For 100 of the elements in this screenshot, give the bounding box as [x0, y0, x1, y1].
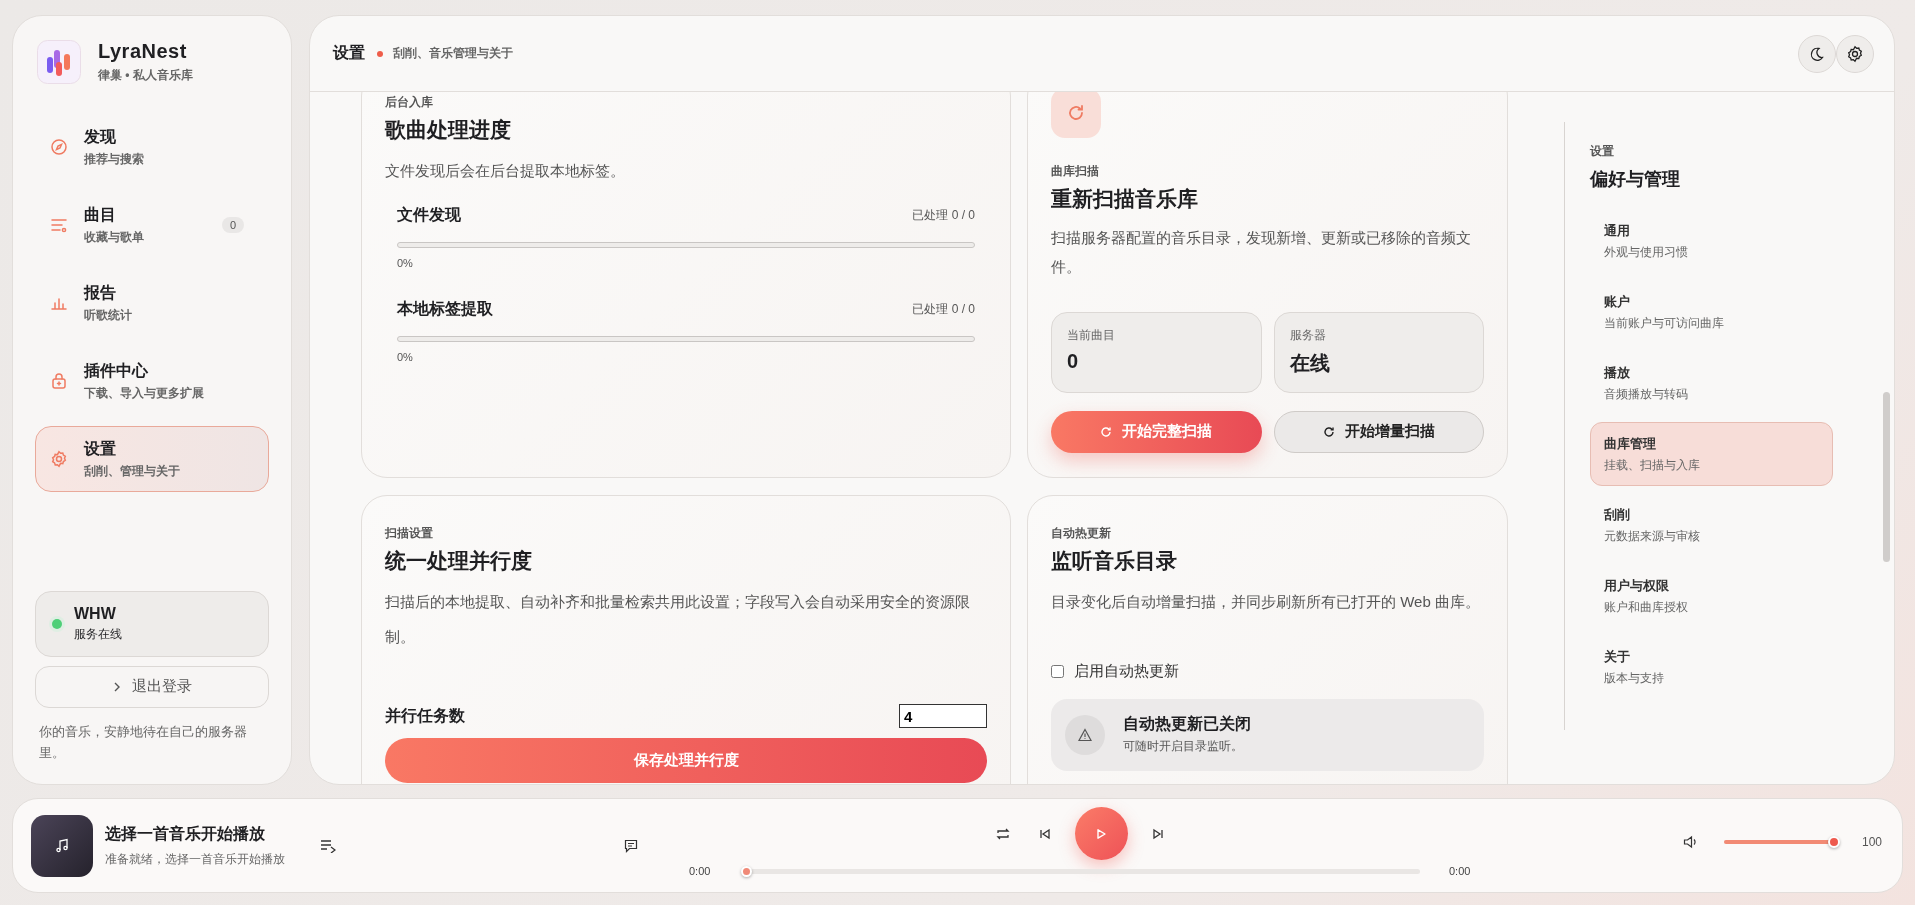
- settings-nav-item[interactable]: 通用 外观与使用习惯: [1590, 209, 1833, 273]
- stat-label: 当前曲目: [1067, 326, 1116, 344]
- footer-note: 你的音乐，安静地待在自己的服务器里。: [39, 723, 248, 762]
- page-title: 设置: [333, 43, 365, 63]
- card-title: 统一处理并行度: [385, 548, 533, 574]
- repeat-icon: [994, 826, 1011, 841]
- input-field[interactable]: 4: [899, 704, 987, 728]
- nav-subtitle: 账户和曲库授权: [1604, 600, 1689, 615]
- notice-title: 自动热更新已关闭: [1123, 714, 1251, 734]
- nav-title: 报告: [84, 282, 117, 303]
- nav-subtitle: 收藏与歌单: [84, 228, 145, 246]
- theme-button[interactable]: [1798, 34, 1836, 73]
- task-count: 已处理 0 / 0: [912, 207, 975, 224]
- task-name: 本地标签提取: [397, 299, 493, 319]
- nav-item[interactable]: 插件中心 下载、导入与更多扩展: [35, 348, 269, 414]
- nav-item[interactable]: 曲目 收藏与歌单 0: [35, 192, 269, 258]
- play-button[interactable]: [1074, 807, 1128, 860]
- nav-subtitle: 当前账户与可访问曲库: [1604, 316, 1725, 331]
- elapsed-time: 0:00: [689, 865, 712, 877]
- section-label: 设置: [1590, 144, 1615, 159]
- next-icon: [1151, 827, 1164, 840]
- app-name: LyraNest: [98, 40, 188, 63]
- task-percent: 0%: [397, 257, 414, 269]
- nav-title: 曲目: [84, 204, 117, 225]
- track-subtitle: 准备就绪，选择一首音乐开始播放: [105, 850, 286, 868]
- page-subtitle: 刮削、音乐管理与关于: [393, 45, 513, 62]
- card-description: 文件发现后会在后台提取本地标签。: [385, 161, 626, 181]
- play-icon: [1095, 827, 1107, 840]
- logo-icon: [37, 40, 81, 84]
- nav-item[interactable]: 发现 推荐与搜索: [35, 114, 269, 180]
- moon-icon: [1809, 45, 1825, 62]
- task-count: 已处理 0 / 0: [912, 301, 975, 318]
- nav-title: 发现: [84, 126, 117, 147]
- comment-icon: [624, 838, 638, 853]
- card-description: 目录变化后自动增量扫描，并同步刷新所有已打开的 Web 曲库。: [1051, 592, 1481, 612]
- lock-icon: [50, 372, 68, 390]
- card-title: 重新扫描音乐库: [1051, 186, 1199, 212]
- app-subtitle: 律巢 • 私人音乐库: [98, 67, 193, 84]
- compass-icon: [50, 138, 68, 156]
- settings-nav-item[interactable]: 关于 版本与支持: [1590, 635, 1833, 699]
- card-description: 扫描后的本地提取、自动补齐和批量检索共用此设置；字段写入会自动采用安全的资源限制。: [385, 592, 971, 647]
- scan-button[interactable]: 开始增量扫描: [1273, 410, 1484, 453]
- card-label: 后台入库: [385, 95, 434, 110]
- count-badge: 0: [221, 217, 244, 233]
- account-status: 服务在线: [74, 625, 122, 643]
- checkbox-label: 启用自动热更新: [1074, 661, 1179, 681]
- refresh-icon: [1322, 425, 1335, 438]
- stat-value: 0: [1067, 349, 1080, 373]
- card-label: 自动热更新: [1051, 526, 1112, 541]
- nav-item[interactable]: 设置 刮削、管理与关于: [35, 426, 269, 492]
- settings-button[interactable]: [1836, 34, 1874, 73]
- settings-nav-item[interactable]: 刮削 元数据来源与审核: [1590, 493, 1833, 557]
- notice-text: 可随时开启目录监听。: [1123, 738, 1244, 755]
- speaker-icon: [1682, 835, 1699, 849]
- task-name: 文件发现: [397, 205, 461, 225]
- nav-subtitle: 挂载、扫描与入库: [1604, 458, 1701, 473]
- section-title: 偏好与管理: [1590, 168, 1681, 191]
- logout-button[interactable]: 退出登录: [35, 665, 269, 708]
- refresh-icon: [1066, 103, 1086, 123]
- scrollbar[interactable]: [1883, 392, 1890, 562]
- nav-subtitle: 元数据来源与审核: [1604, 529, 1701, 544]
- settings-nav-item[interactable]: 曲库管理 挂载、扫描与入库: [1590, 422, 1833, 486]
- nav-item[interactable]: 报告 听歌统计: [35, 270, 269, 336]
- nav-subtitle: 版本与支持: [1604, 671, 1665, 686]
- card-description: 扫描服务器配置的音乐目录，发现新增、更新或已移除的音频文件。: [1051, 228, 1472, 278]
- queue-icon: [320, 838, 336, 853]
- account-name: WHW: [74, 604, 117, 623]
- duration-time: 0:00: [1449, 865, 1472, 877]
- track-title: 选择一首音乐开始播放: [105, 823, 266, 844]
- nav-title: 用户与权限: [1604, 577, 1670, 595]
- nav-subtitle: 听歌统计: [84, 306, 133, 324]
- nav-title: 设置: [84, 438, 117, 459]
- nav-subtitle: 音频播放与转码: [1604, 387, 1689, 402]
- card-label: 曲库扫描: [1051, 164, 1100, 179]
- field-label: 并行任务数: [385, 705, 465, 726]
- card-title: 歌曲处理进度: [385, 117, 512, 143]
- gear-icon: [1846, 44, 1864, 63]
- checkbox[interactable]: [1051, 664, 1064, 678]
- nav-title: 插件中心: [84, 360, 149, 381]
- settings-nav-item[interactable]: 用户与权限 账户和曲库授权: [1590, 564, 1833, 628]
- previous-icon: [1038, 827, 1051, 840]
- title-dot: [377, 50, 383, 57]
- nav-title: 通用: [1604, 222, 1631, 240]
- nav-title: 曲库管理: [1604, 435, 1657, 453]
- card-label: 扫描设置: [385, 526, 434, 541]
- nav-title: 播放: [1604, 364, 1631, 382]
- settings-nav-item[interactable]: 播放 音频播放与转码: [1590, 351, 1833, 415]
- stat-label: 服务器: [1289, 326, 1327, 344]
- warning-icon: [1065, 714, 1105, 755]
- volume-reading: 100: [1861, 835, 1882, 849]
- nav-subtitle: 推荐与搜索: [84, 150, 145, 168]
- settings-nav-item[interactable]: 账户 当前账户与可访问曲库: [1590, 280, 1833, 344]
- gear-icon: [50, 450, 68, 468]
- nav-subtitle: 刮削、管理与关于: [84, 462, 181, 480]
- card-title: 监听音乐目录: [1051, 548, 1178, 574]
- task-percent: 0%: [397, 351, 414, 363]
- nav-title: 刮削: [1604, 506, 1631, 524]
- nav-subtitle: 外观与使用习惯: [1604, 245, 1689, 260]
- nav-subtitle: 下载、导入与更多扩展: [84, 384, 205, 402]
- nav-title: 账户: [1604, 293, 1631, 311]
